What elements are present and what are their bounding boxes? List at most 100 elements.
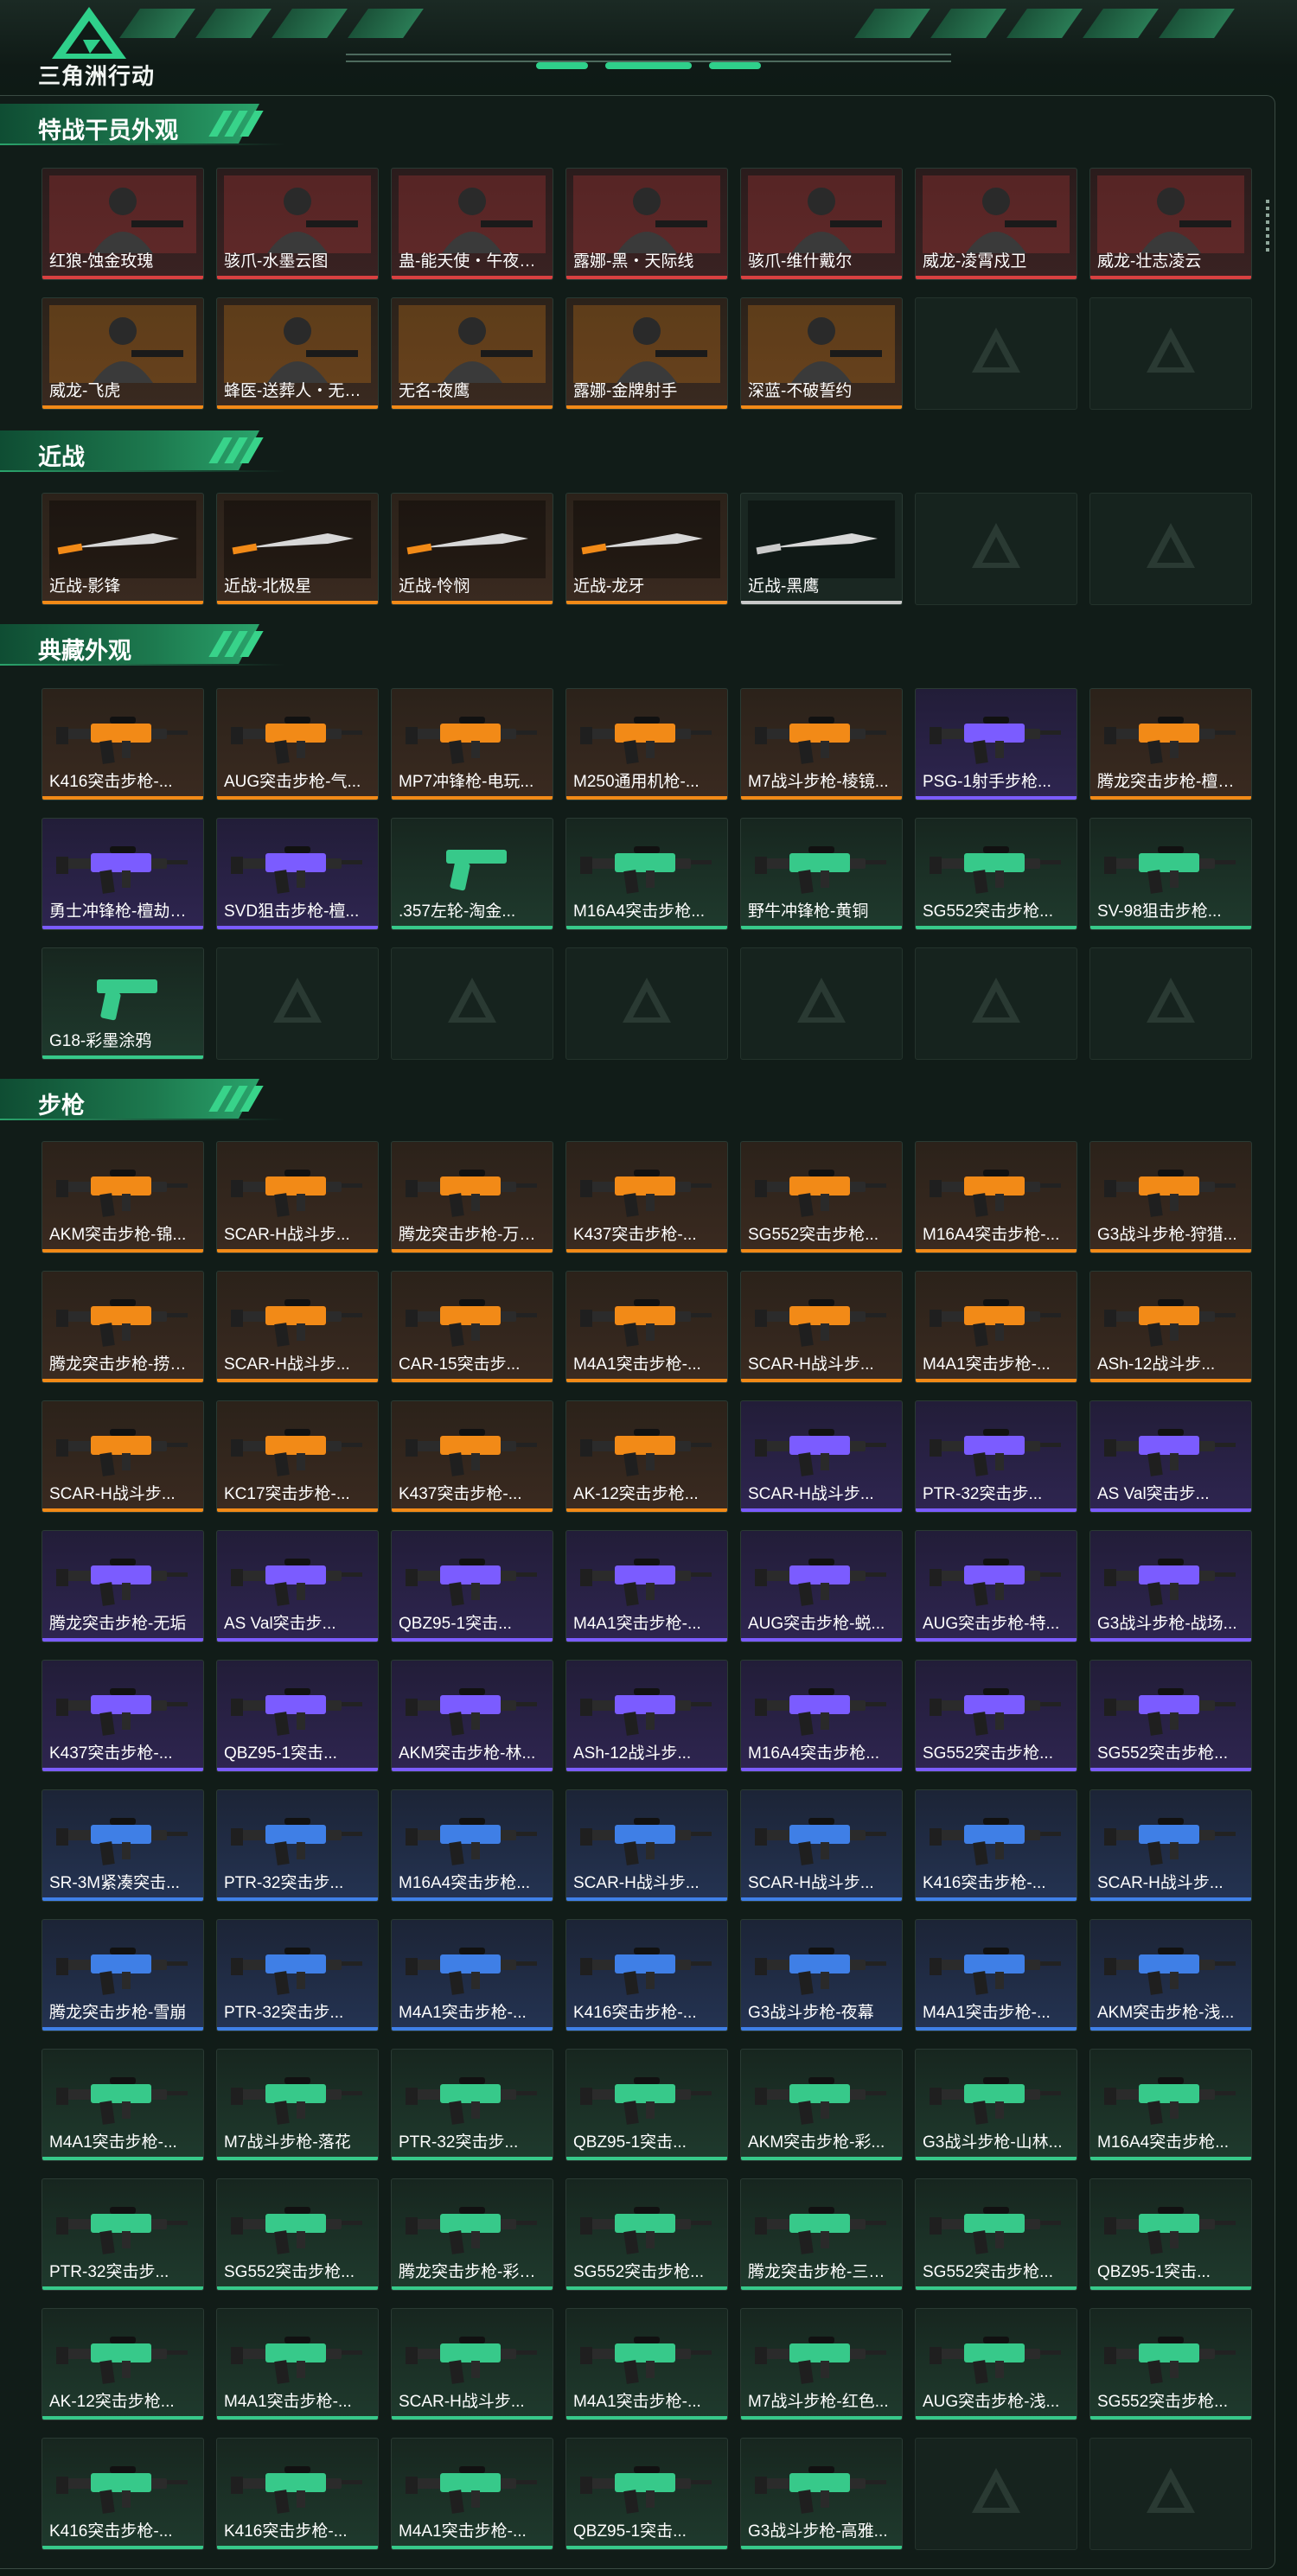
skin-card[interactable]: SCAR-H战斗步... [216,1141,379,1253]
skin-card[interactable]: 野牛冲锋枪-黄铜 [740,818,903,930]
skin-card[interactable]: AS Val突击步... [1089,1400,1252,1513]
skin-card[interactable]: 深蓝-不破誓约 [740,297,903,410]
skin-card[interactable]: G3战斗步枪-山林... [915,2049,1077,2161]
skin-card[interactable]: 近战-怜悯 [391,493,553,605]
skin-card[interactable]: 近战-北极星 [216,493,379,605]
skin-card[interactable]: SG552突击步枪... [216,2178,379,2291]
skin-card[interactable]: M16A4突击步枪... [1089,2049,1252,2161]
skin-card[interactable]: 腾龙突击步枪-雪崩 [42,1919,204,2031]
skin-card[interactable]: PTR-32突击步... [216,1789,379,1902]
skin-card[interactable]: SCAR-H战斗步... [740,1789,903,1902]
skin-card[interactable]: 骇爪-维什戴尔 [740,168,903,280]
skin-card[interactable]: 近战-黑鹰 [740,493,903,605]
skin-card[interactable]: SG552突击步枪... [740,1141,903,1253]
skin-card[interactable]: 骇爪-水墨云图 [216,168,379,280]
skin-card[interactable]: G3战斗步枪-战场... [1089,1530,1252,1642]
skin-card[interactable]: 腾龙突击步枪-万金... [391,1141,553,1253]
skin-card[interactable]: G3战斗步枪-夜幕 [740,1919,903,2031]
skin-card[interactable]: M4A1突击步枪-... [391,1919,553,2031]
skin-card[interactable]: M7战斗步枪-落花 [216,2049,379,2161]
skin-card[interactable]: SG552突击步枪... [1089,2308,1252,2420]
skin-card[interactable]: PTR-32突击步... [391,2049,553,2161]
skin-card[interactable]: M4A1突击步枪-... [915,1919,1077,2031]
skin-card[interactable]: SCAR-H战斗步... [565,1789,728,1902]
skin-card[interactable]: 近战-龙牙 [565,493,728,605]
skin-card[interactable]: K416突击步枪-... [915,1789,1077,1902]
skin-card[interactable]: CAR-15突击步... [391,1271,553,1383]
skin-card[interactable]: SCAR-H战斗步... [1089,1789,1252,1902]
skin-card[interactable]: SG552突击步枪... [565,2178,728,2291]
skin-card[interactable]: 腾龙突击步枪-彩墨... [391,2178,553,2291]
skin-card[interactable]: AUG突击步枪-浅... [915,2308,1077,2420]
skin-card[interactable]: AKM突击步枪-林... [391,1660,553,1772]
skin-card[interactable]: 威龙-凌霄戍卫 [915,168,1077,280]
skin-card[interactable]: AUG突击步枪-特... [915,1530,1077,1642]
skin-card[interactable]: PTR-32突击步... [216,1919,379,2031]
skin-card[interactable]: SV-98狙击步枪... [1089,818,1252,930]
skin-card[interactable]: SG552突击步枪... [1089,1660,1252,1772]
scroll-indicator[interactable] [1266,200,1269,252]
skin-card[interactable]: 腾龙突击步枪-无垢 [42,1530,204,1642]
skin-card[interactable]: SVD狙击步枪-檀... [216,818,379,930]
skin-card[interactable]: 露娜-黑・天际线 [565,168,728,280]
skin-card[interactable]: M7战斗步枪-棱镜... [740,688,903,800]
skin-card[interactable]: QBZ95-1突击... [565,2438,728,2550]
skin-card[interactable]: 近战-影锋 [42,493,204,605]
skin-card[interactable]: SCAR-H战斗步... [740,1400,903,1513]
skin-card[interactable]: .357左轮-淘金... [391,818,553,930]
skin-card[interactable]: 勇士冲锋枪-檀劫镜... [42,818,204,930]
skin-card[interactable]: M16A4突击步枪-... [915,1141,1077,1253]
skin-card[interactable]: 腾龙突击步枪-三角... [740,2178,903,2291]
skin-card[interactable]: QBZ95-1突击... [216,1660,379,1772]
skin-card[interactable]: M7战斗步枪-红色... [740,2308,903,2420]
skin-card[interactable]: SCAR-H战斗步... [216,1271,379,1383]
skin-card[interactable]: G18-彩墨涂鸦 [42,947,204,1060]
skin-card[interactable]: K416突击步枪-... [42,688,204,800]
skin-card[interactable]: SG552突击步枪... [915,2178,1077,2291]
skin-card[interactable]: M4A1突击步枪-... [915,1271,1077,1383]
skin-card[interactable]: AUG突击步枪-蜕... [740,1530,903,1642]
skin-card[interactable]: PTR-32突击步... [915,1400,1077,1513]
skin-card[interactable]: M4A1突击步枪-... [42,2049,204,2161]
skin-card[interactable]: PSG-1射手步枪... [915,688,1077,800]
skin-card[interactable]: AK-12突击步枪... [565,1400,728,1513]
skin-card[interactable]: K416突击步枪-... [565,1919,728,2031]
skin-card[interactable]: 红狼-蚀金玫瑰 [42,168,204,280]
skin-card[interactable]: 威龙-壮志凌云 [1089,168,1252,280]
skin-card[interactable]: SG552突击步枪... [915,1660,1077,1772]
skin-card[interactable]: QBZ95-1突击... [565,2049,728,2161]
skin-card[interactable]: 蜂医-送葬人・无题... [216,297,379,410]
skin-card[interactable]: M16A4突击步枪... [740,1660,903,1772]
skin-card[interactable]: 腾龙突击步枪-檀劫... [1089,688,1252,800]
skin-card[interactable]: M250通用机枪-... [565,688,728,800]
skin-card[interactable]: 蛊-能天使・午夜邮... [391,168,553,280]
skin-card[interactable]: M4A1突击步枪-... [216,2308,379,2420]
skin-card[interactable]: QBZ95-1突击... [1089,2178,1252,2291]
skin-card[interactable]: G3战斗步枪-高雅... [740,2438,903,2550]
skin-card[interactable]: 露娜-金牌射手 [565,297,728,410]
skin-card[interactable]: M4A1突击步枪-... [565,1271,728,1383]
skin-card[interactable]: AKM突击步枪-彩... [740,2049,903,2161]
skin-card[interactable]: K437突击步枪-... [391,1400,553,1513]
skin-card[interactable]: ASh-12战斗步... [565,1660,728,1772]
skin-card[interactable]: AK-12突击步枪... [42,2308,204,2420]
skin-card[interactable]: SCAR-H战斗步... [740,1271,903,1383]
skin-card[interactable]: K416突击步枪-... [42,2438,204,2550]
skin-card[interactable]: SCAR-H战斗步... [42,1400,204,1513]
skin-card[interactable]: SR-3M紧凑突击... [42,1789,204,1902]
skin-card[interactable]: SCAR-H战斗步... [391,2308,553,2420]
skin-card[interactable]: MP7冲锋枪-电玩... [391,688,553,800]
skin-card[interactable]: M16A4突击步枪... [391,1789,553,1902]
skin-card[interactable]: AS Val突击步... [216,1530,379,1642]
skin-card[interactable]: PTR-32突击步... [42,2178,204,2291]
skin-card[interactable]: 无名-夜鹰 [391,297,553,410]
skin-card[interactable]: AKM突击步枪-浅... [1089,1919,1252,2031]
skin-card[interactable]: K437突击步枪-... [565,1141,728,1253]
skin-card[interactable]: SG552突击步枪... [915,818,1077,930]
skin-card[interactable]: KC17突击步枪-... [216,1400,379,1513]
skin-card[interactable]: M4A1突击步枪-... [565,1530,728,1642]
skin-card[interactable]: QBZ95-1突击... [391,1530,553,1642]
skin-card[interactable]: K416突击步枪-... [216,2438,379,2550]
skin-card[interactable]: ASh-12战斗步... [1089,1271,1252,1383]
skin-card[interactable]: 腾龙突击步枪-捞点... [42,1271,204,1383]
